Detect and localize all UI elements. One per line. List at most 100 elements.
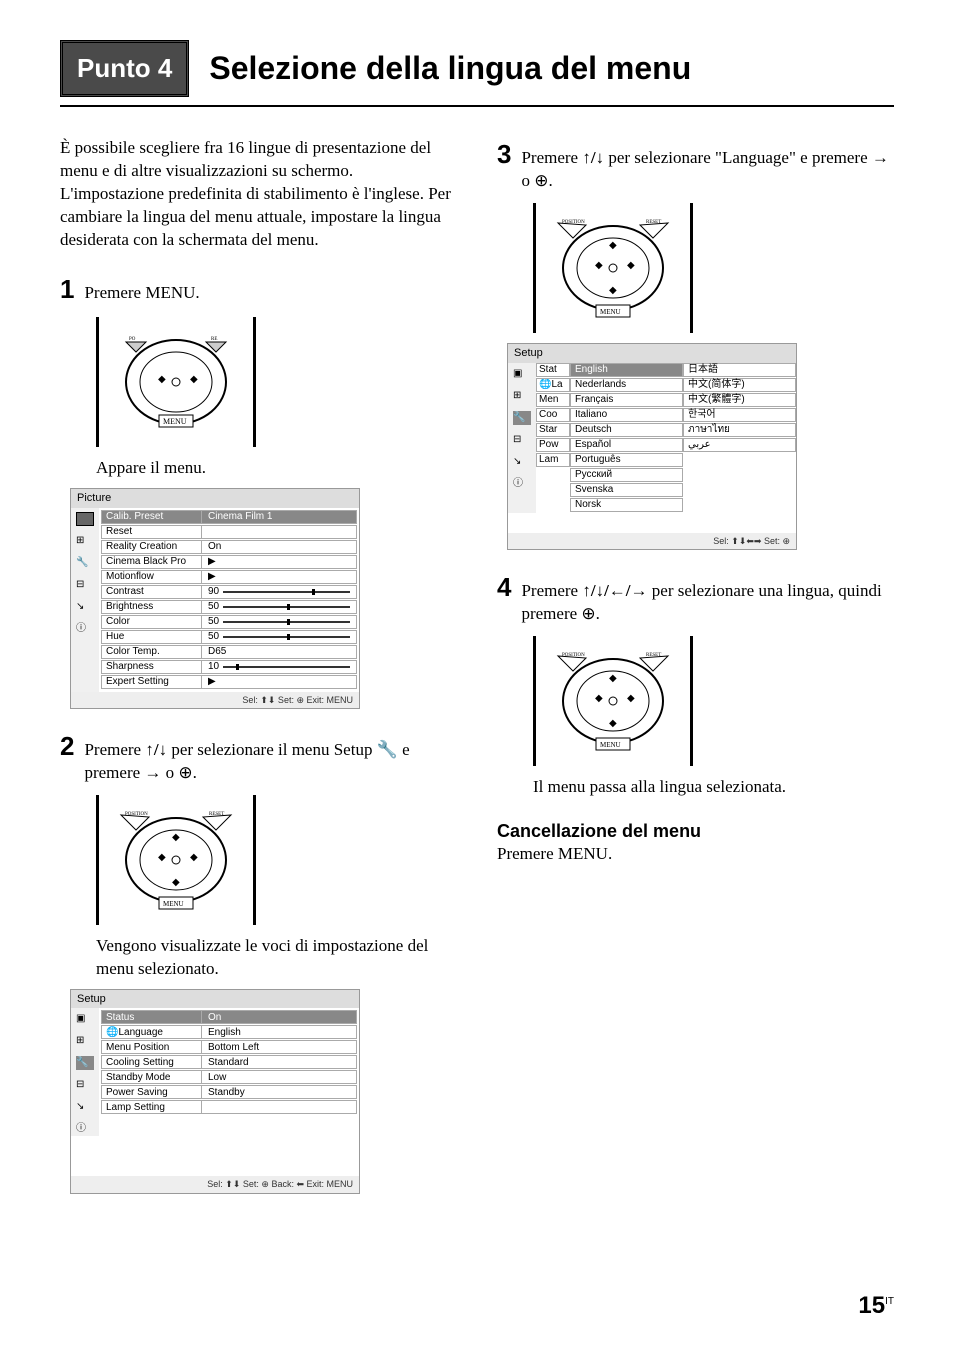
language-option: 中文(繁體字) [683,393,796,407]
language-option: Italiano [570,408,683,422]
picture-menu-title: Picture [71,489,359,508]
enter-icon: ⊕ [534,171,548,190]
svg-text:◆: ◆ [609,285,617,296]
menu-row-label: Color [102,615,202,629]
menu-row-label: Color Temp. [102,645,202,659]
svg-text:RESET: RESET [646,653,661,658]
menu-row-value: 50 [202,630,356,644]
setup-icon: 🔧 [76,1056,94,1070]
language-menu-screenshot: Setup ▣ ⊞ 🔧 ⊟ ↘ ⓘ Stat🌐LaMenCooStarPowLa… [507,343,797,550]
right-arrow-icon: → [144,763,161,782]
menu-row-value: English [202,1026,356,1040]
picture-menu-row: Reset [101,525,357,539]
setup-row-partial: Men [536,393,570,407]
page-number: 15IT [858,1290,894,1322]
setup-menu-footer: Sel: ⬆⬇ Set: ⊕ Back: ⬅ Exit: MENU [71,1176,359,1192]
step-4: 4 Premere ↑/↓/←/→ per selezionare una li… [497,570,894,799]
menu-row-label: Sharpness [102,660,202,674]
svg-text:MENU: MENU [163,900,184,908]
setup-icon: 🔧 [513,411,531,425]
language-option: Norsk [570,498,683,512]
page-title: Selezione della lingua del menu [209,47,691,90]
svg-text:◆: ◆ [190,374,198,385]
enter-icon: ⊕ [581,604,595,623]
picture-menu-row: Sharpness10 [101,660,357,674]
svg-text:◆: ◆ [172,832,180,843]
menu-row-label: 🌐Language [102,1026,202,1040]
svg-text:◆: ◆ [595,260,603,271]
setup-menu-row: Lamp Setting [101,1100,357,1114]
menu-row-label: Expert Setting [102,675,202,689]
setup-row-partial: Pow [536,438,570,452]
svg-text:◆: ◆ [190,852,198,863]
info-icon: ⓘ [76,1122,94,1136]
step-2-number: 2 [60,729,74,764]
svg-text:◆: ◆ [609,718,617,729]
menu-sidebar-icons-3: ▣ ⊞ 🔧 ⊟ ↘ ⓘ [508,363,536,513]
language-option: Português [570,453,683,467]
step-1-number: 1 [60,272,74,307]
info-icon: ⓘ [513,477,531,491]
setup-menu-title: Setup [71,990,359,1009]
menu-row-value: 90 [202,585,356,599]
menu-row-value: Standby [202,1086,356,1100]
joystick-illustration-2: ◆◆ ◆◆ POSITION RESET MENU [96,795,256,925]
setup-menu-screenshot: Setup ▣ ⊞ 🔧 ⊟ ↘ ⓘ StatusOn🌐LanguageEngli… [70,989,360,1194]
step-1: 1 Premere MENU. ◆◆ PO RE MENU Appare il … [60,272,457,709]
setup-menu-row: 🌐LanguageEnglish [101,1025,357,1039]
menu-row-label: Cinema Black Pro [102,555,202,569]
setup-row-partial: Coo [536,408,570,422]
page-header: Punto 4 Selezione della lingua del menu [60,40,894,107]
lang-menu-footer: Sel: ⬆⬇⬅➡ Set: ⊕ [508,533,796,549]
menu-row-label: Lamp Setting [102,1101,202,1115]
menu-row-label: Standby Mode [102,1071,202,1085]
svg-text:MENU: MENU [600,741,621,749]
step-4-text: Premere ↑/↓/←/→ per selezionare una ling… [521,580,894,626]
function-icon: ⊟ [76,578,94,592]
step-3: 3 Premere ↑/↓ per selezionare "Language"… [497,137,894,550]
svg-text:◆: ◆ [595,693,603,704]
menu-row-label: Contrast [102,585,202,599]
menu-row-label: Cooling Setting [102,1056,202,1070]
joystick-illustration-1: ◆◆ PO RE MENU [96,317,256,447]
setup-row-partial: 🌐La [536,378,570,392]
menu-sidebar-icons-2: ▣ ⊞ 🔧 ⊟ ↘ ⓘ [71,1008,99,1136]
up-down-arrows-icon: ↑/↓ [582,148,604,167]
content-columns: È possibile scegliere fra 16 lingue di p… [60,137,894,1213]
language-option: English [570,363,683,377]
punto-label: Punto 4 [60,40,189,97]
up-down-arrows-icon: ↑/↓ [145,740,167,759]
menu-row-value: ▶ [202,675,356,689]
intro-text: È possibile scegliere fra 16 lingue di p… [60,137,457,252]
svg-text:POSITION: POSITION [562,653,585,658]
menu-row-label: Hue [102,630,202,644]
language-option: Svenska [570,483,683,497]
step-4-caption: Il menu passa alla lingua selezionata. [533,776,894,799]
picture-menu-row: Color50 [101,615,357,629]
menu-row-label: Power Saving [102,1086,202,1100]
svg-text:◆: ◆ [158,374,166,385]
picture-menu-row: Cinema Black Pro▶ [101,555,357,569]
setup-menu-row: StatusOn [101,1010,357,1024]
menu-row-value: ▶ [202,570,356,584]
picture-menu-row: Expert Setting▶ [101,675,357,689]
menu-row-value: 50 [202,600,356,614]
menu-row-label: Brightness [102,600,202,614]
step-1-caption: Appare il menu. [96,457,457,480]
setup-row-partial: Lam [536,453,570,467]
picture-menu-footer: Sel: ⬆⬇ Set: ⊕ Exit: MENU [71,692,359,708]
language-option: Español [570,438,683,452]
install-icon: ↘ [513,455,531,469]
cancel-section: Cancellazione del menu Premere MENU. [497,819,894,866]
language-option: 日本語 [683,363,796,377]
function-icon: ⊟ [513,433,531,447]
svg-text:RE: RE [211,337,217,342]
install-icon: ↘ [76,1100,94,1114]
screen-icon: ⊞ [513,389,531,403]
menu-sidebar-icons: ⊞ 🔧 ⊟ ↘ ⓘ [71,508,99,692]
right-arrow-icon: → [872,148,889,167]
right-column: 3 Premere ↑/↓ per selezionare "Language"… [497,137,894,1213]
language-option: عربي [683,438,796,452]
step-3-number: 3 [497,137,511,172]
menu-row-label: Calib. Preset [102,510,202,524]
